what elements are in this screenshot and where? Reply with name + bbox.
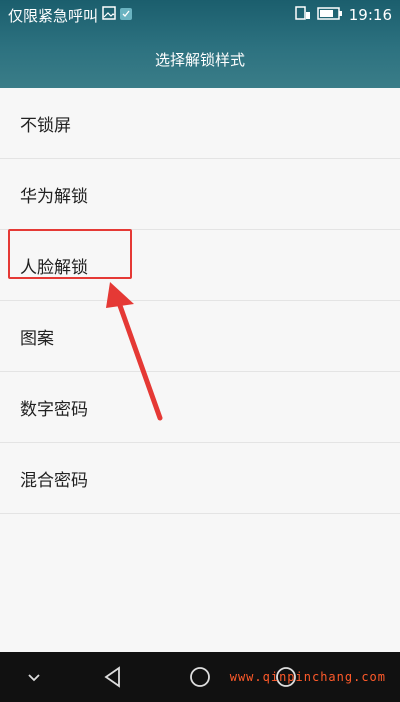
navigation-bar: www.qinpinchang.com bbox=[0, 652, 400, 702]
option-label: 华为解锁 bbox=[20, 186, 88, 207]
page-title-row: 选择解锁样式 bbox=[0, 30, 400, 88]
face-unlock-highlight bbox=[8, 229, 132, 279]
option-label: 数字密码 bbox=[20, 399, 88, 420]
option-label: 混合密码 bbox=[20, 470, 88, 491]
option-password[interactable]: 混合密码 bbox=[0, 443, 400, 514]
sim-icon bbox=[295, 6, 311, 24]
option-huawei-unlock[interactable]: 华为解锁 bbox=[0, 159, 400, 230]
back-icon[interactable] bbox=[98, 652, 128, 702]
option-label: 不锁屏 bbox=[20, 115, 71, 136]
status-bar: 仅限紧急呼叫 19:16 bbox=[0, 0, 400, 30]
home-icon[interactable] bbox=[187, 652, 213, 702]
option-pin[interactable]: 数字密码 bbox=[0, 372, 400, 443]
battery-icon bbox=[317, 6, 343, 24]
watermark: www.qinpinchang.com bbox=[229, 670, 386, 684]
image-icon bbox=[102, 6, 116, 24]
notification-icon bbox=[120, 6, 133, 24]
page-title: 选择解锁样式 bbox=[154, 50, 245, 69]
chevron-down-icon[interactable] bbox=[22, 652, 46, 702]
option-no-lock[interactable]: 不锁屏 bbox=[0, 88, 400, 159]
app-header: 仅限紧急呼叫 19:16 选择解锁样式 bbox=[0, 0, 400, 88]
carrier-text: 仅限紧急呼叫 bbox=[8, 6, 99, 25]
option-label: 图案 bbox=[20, 328, 54, 349]
status-time: 19:16 bbox=[348, 6, 392, 24]
lock-style-list: 不锁屏 华为解锁 人脸解锁 图案 数字密码 混合密码 bbox=[0, 88, 400, 514]
option-pattern[interactable]: 图案 bbox=[0, 301, 400, 372]
annotation-arrow bbox=[106, 282, 163, 421]
